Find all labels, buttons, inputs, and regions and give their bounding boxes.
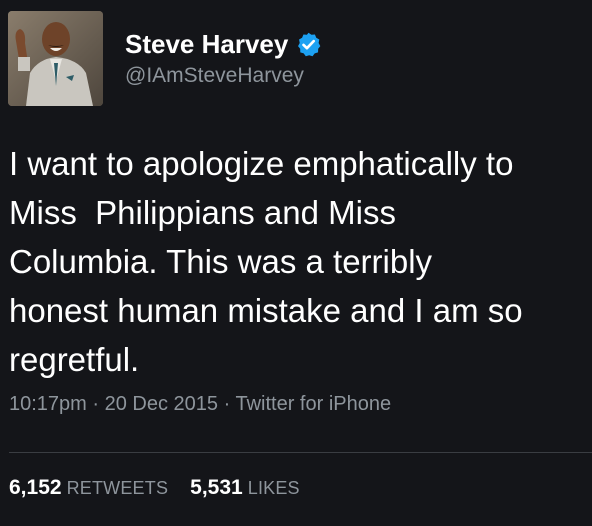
avatar-photo (8, 11, 103, 106)
tweet-source[interactable]: Twitter for iPhone (235, 393, 391, 415)
likes-count: 5,531 (190, 476, 243, 499)
divider (9, 452, 592, 453)
tweet-date[interactable]: 20 Dec 2015 (105, 393, 218, 415)
likes-label: LIKES (247, 478, 300, 498)
avatar[interactable] (8, 11, 103, 106)
tweet-metadata: 10:17pm · 20 Dec 2015 · Twitter for iPho… (9, 393, 391, 416)
tweet-text: I want to apologize emphatically to Miss… (9, 145, 523, 378)
meta-separator: · (218, 393, 236, 415)
user-handle[interactable]: @IAmSteveHarvey (125, 64, 304, 88)
retweets-stat[interactable]: 6,152 RETWEETS (9, 476, 168, 500)
meta-separator: · (86, 393, 105, 415)
retweets-label: RETWEETS (66, 478, 169, 498)
tweet-stats: 6,152 RETWEETS 5,531 LIKES (9, 476, 300, 500)
likes-stat[interactable]: 5,531 LIKES (190, 476, 300, 500)
verified-badge-icon (295, 31, 322, 58)
display-name[interactable]: Steve Harvey (125, 29, 288, 60)
tweet-card: Steve Harvey @IAmSteveHarvey I want to a… (0, 0, 592, 526)
retweets-count: 6,152 (9, 476, 62, 499)
author-name-row[interactable]: Steve Harvey (125, 29, 322, 59)
tweet-time[interactable]: 10:17pm (9, 393, 87, 415)
